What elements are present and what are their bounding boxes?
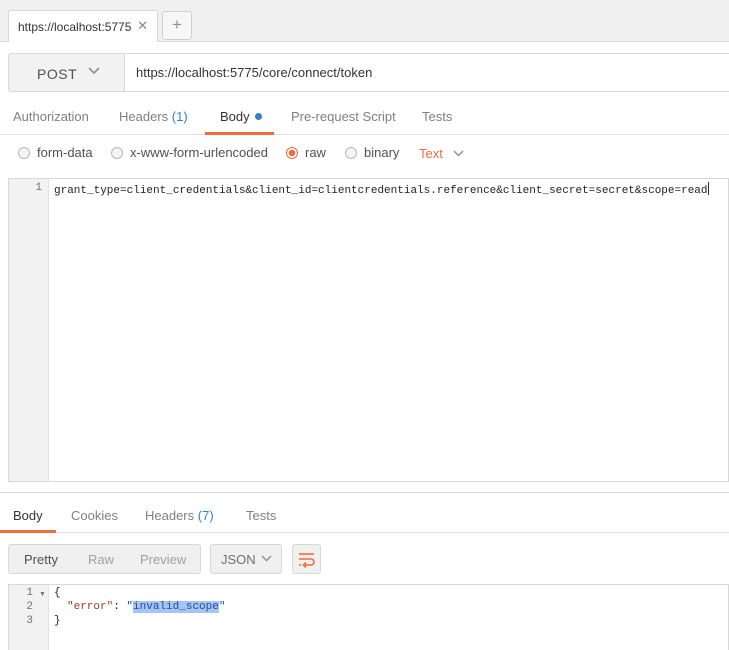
json-line: "error": "invalid_scope": [67, 601, 225, 613]
tab-headers[interactable]: Headers (1): [119, 109, 188, 124]
raw-format-dropdown[interactable]: Text: [419, 146, 465, 161]
line-number: 1: [35, 182, 42, 194]
radio-label: form-data: [37, 145, 93, 160]
json-open-brace: {: [54, 587, 61, 599]
radio-circle: [18, 146, 30, 159]
radio-raw[interactable]: raw: [286, 145, 326, 160]
radio-label: binary: [364, 145, 400, 160]
tab-body-label: Body: [220, 109, 250, 124]
response-tab-headers-count: (7): [197, 508, 214, 523]
method-dropdown[interactable]: POST: [8, 53, 125, 92]
url-input[interactable]: [125, 53, 729, 92]
tab-bar: https://localhost:5775 ✕ +: [0, 0, 729, 42]
radio-circle: [345, 146, 357, 159]
preview-button[interactable]: Preview: [140, 552, 186, 567]
response-body-viewer[interactable]: 1 ▼ 2 3 { "error": "invalid_scope" }: [8, 584, 729, 650]
response-tab-headers-label: Headers: [145, 508, 195, 523]
active-tab-indicator: [205, 132, 274, 135]
wrap-lines-icon: [299, 553, 315, 569]
text-caret: [707, 182, 709, 195]
radio-binary[interactable]: binary: [345, 145, 399, 160]
fold-arrow-icon[interactable]: ▼: [39, 591, 46, 598]
code-line-text: grant_type=client_credentials&client_id=…: [54, 185, 708, 197]
json-key: "error": [67, 601, 114, 613]
line-number: 3: [26, 615, 33, 627]
response-tab-tests[interactable]: Tests: [246, 508, 276, 523]
response-tab-headers[interactable]: Headers (7): [145, 508, 214, 523]
raw-button[interactable]: Raw: [88, 552, 114, 567]
plus-icon[interactable]: +: [162, 11, 192, 40]
json-line: }: [54, 615, 61, 627]
tab-tests[interactable]: Tests: [422, 109, 452, 124]
response-tab-cookies[interactable]: Cookies: [71, 508, 118, 523]
radio-label: x-www-form-urlencoded: [130, 145, 268, 160]
json-colon: :: [113, 601, 127, 613]
line-number: 2: [26, 601, 33, 613]
tab-body[interactable]: Body: [220, 109, 262, 124]
tab-prerequest-script[interactable]: Pre-request Script: [291, 109, 396, 124]
tab-headers-count: (1): [171, 109, 188, 124]
tab-authorization[interactable]: Authorization: [13, 109, 89, 124]
response-format-label: JSON: [221, 552, 256, 567]
radio-form-data[interactable]: form-data: [18, 145, 93, 160]
request-body-editor[interactable]: 1 grant_type=client_credentials&client_i…: [8, 178, 729, 482]
json-value-selected[interactable]: invalid_scope: [133, 601, 219, 613]
request-tabs: Authorization Headers (1) Body Pre-reque…: [0, 100, 729, 135]
response-format-dropdown[interactable]: JSON: [210, 544, 282, 574]
request-tab[interactable]: https://localhost:5775 ✕: [8, 10, 158, 42]
response-gutter: 1 ▼ 2 3: [9, 585, 49, 650]
body-type-selector: form-data x-www-form-urlencoded raw bina…: [0, 143, 729, 167]
active-tab-indicator: [0, 530, 56, 533]
request-tab-title: https://localhost:5775: [18, 20, 132, 34]
chevron-down-icon: [88, 67, 100, 75]
chevron-down-icon: [453, 150, 464, 157]
code-line[interactable]: grant_type=client_credentials&client_id=…: [54, 182, 709, 197]
close-icon[interactable]: ✕: [137, 18, 148, 34]
radio-urlencoded[interactable]: x-www-form-urlencoded: [111, 145, 268, 160]
chevron-down-icon: [261, 555, 272, 562]
editor-gutter: 1: [9, 179, 49, 481]
raw-format-label: Text: [419, 146, 443, 161]
radio-circle: [111, 146, 123, 159]
wrap-lines-button[interactable]: [292, 544, 321, 574]
json-close-brace: }: [54, 615, 61, 627]
radio-circle-checked: [286, 146, 298, 159]
response-tabs: Body Cookies Headers (7) Tests: [0, 493, 729, 533]
tab-headers-label: Headers: [119, 109, 169, 124]
radio-label: raw: [305, 145, 326, 160]
json-quote: ": [218, 601, 226, 613]
json-line: {: [54, 587, 61, 599]
line-number: 1: [26, 587, 33, 599]
response-tab-body[interactable]: Body: [13, 508, 43, 523]
modified-dot-icon: [254, 113, 262, 120]
method-label: POST: [37, 66, 78, 82]
pretty-button[interactable]: Pretty: [24, 552, 58, 567]
response-view-toggle: Pretty Raw Preview: [8, 544, 201, 574]
